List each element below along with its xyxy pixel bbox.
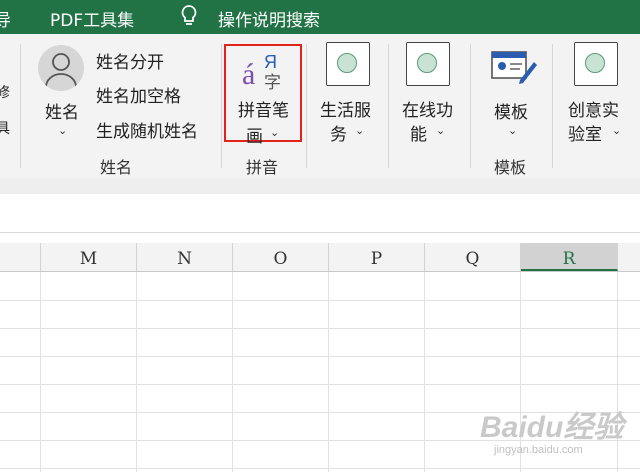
grid-col-line	[424, 272, 425, 472]
pinyin-stroke-button[interactable]: 拼音笔	[238, 96, 289, 121]
template-dropdown-chevron[interactable]: ⌄	[508, 124, 517, 137]
menu-item-pdf-tools[interactable]: PDF工具集	[50, 6, 134, 31]
online-feature-button[interactable]: 在线功	[402, 96, 453, 121]
ribbon-separator	[552, 44, 553, 168]
svg-text:á: á	[242, 58, 255, 91]
grid-col-line	[136, 272, 137, 472]
row-header-corner[interactable]	[0, 243, 41, 271]
watermark-brand: Baidu经验	[480, 411, 624, 444]
bulb-icon[interactable]	[180, 4, 198, 28]
column-header-p[interactable]: P	[329, 243, 425, 271]
pinyin-icon[interactable]: á Я 字	[240, 48, 288, 92]
ribbon-separator	[20, 44, 21, 168]
column-header-row: M N O P Q R	[0, 243, 640, 272]
life-service-button[interactable]: 生活服	[320, 96, 371, 121]
menu-item-partial[interactable]: 导	[0, 6, 11, 31]
grid-row-line	[0, 356, 640, 357]
ribbon-bottom-strip	[0, 178, 640, 194]
life-service-button-line2[interactable]: 务	[330, 120, 347, 145]
group-label-pinyin: 拼音	[246, 158, 279, 177]
column-header-n[interactable]: N	[137, 243, 233, 271]
grid-row-line	[0, 328, 640, 329]
ribbon-partial-1: 修	[0, 85, 10, 101]
grid-col-line	[328, 272, 329, 472]
template-icon[interactable]	[490, 46, 538, 88]
column-header-next[interactable]	[618, 243, 640, 271]
group-label-name: 姓名	[100, 158, 133, 177]
grid-col-line	[40, 272, 41, 472]
group-label-template: 模板	[494, 158, 527, 177]
ribbon-partial-2: 具	[0, 121, 10, 137]
grid-row-line	[0, 468, 640, 469]
creative-lab-icon[interactable]	[574, 42, 618, 86]
grid-col-line	[232, 272, 233, 472]
name-add-space-button[interactable]: 姓名加空格	[96, 82, 181, 107]
random-name-button[interactable]: 生成随机姓名	[96, 117, 198, 142]
column-header-o[interactable]: O	[233, 243, 329, 271]
ribbon: 修 具 姓名 ⌄ 姓名分开 姓名加空格 生成随机姓名 姓名 á Я 字 拼音笔 …	[0, 34, 640, 179]
column-header-r[interactable]: R	[521, 243, 618, 271]
online-feature-button-line2[interactable]: 能	[410, 120, 427, 145]
name-dropdown-chevron[interactable]: ⌄	[58, 124, 67, 137]
watermark-url: jingyan.baidu.com	[494, 444, 583, 456]
online-feature-icon[interactable]	[406, 42, 450, 86]
person-icon[interactable]	[38, 45, 84, 91]
ribbon-separator	[306, 44, 307, 168]
menu-bar: 导 PDF工具集 操作说明搜索	[0, 0, 640, 34]
formula-bar[interactable]	[0, 194, 640, 233]
creative-lab-chevron[interactable]: ⌄	[612, 124, 621, 137]
column-header-q[interactable]: Q	[425, 243, 521, 271]
grid-row-line	[0, 300, 640, 301]
name-button[interactable]: 姓名	[45, 98, 79, 123]
creative-lab-button[interactable]: 创意实	[568, 96, 619, 121]
baidu-watermark: Baidu经验 jingyan.baidu.com	[470, 400, 630, 466]
grid-row-line	[0, 384, 640, 385]
creative-lab-button-line2[interactable]: 验室	[568, 120, 602, 145]
tell-me-search[interactable]: 操作说明搜索	[218, 6, 320, 31]
life-service-icon[interactable]	[326, 42, 370, 86]
life-service-chevron[interactable]: ⌄	[355, 124, 364, 137]
ribbon-separator	[221, 44, 222, 168]
pinyin-stroke-button-line2[interactable]: 画	[246, 122, 263, 147]
pinyin-dropdown-chevron[interactable]: ⌄	[270, 126, 279, 139]
ribbon-separator	[470, 44, 471, 168]
svg-text:字: 字	[264, 73, 281, 92]
svg-text:Я: Я	[264, 52, 277, 72]
online-feature-chevron[interactable]: ⌄	[436, 124, 445, 137]
split-name-button[interactable]: 姓名分开	[96, 48, 164, 73]
template-button[interactable]: 模板	[494, 98, 528, 123]
column-header-m[interactable]: M	[41, 243, 137, 271]
ribbon-separator	[388, 44, 389, 168]
